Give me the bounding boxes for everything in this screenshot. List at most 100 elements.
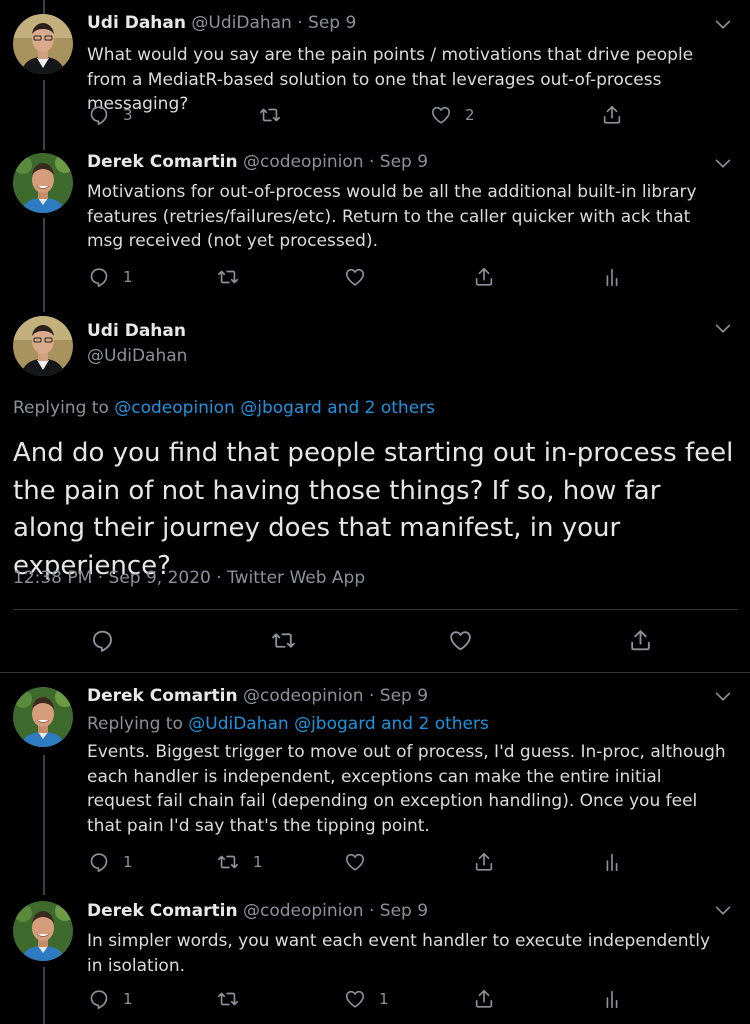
thread-line — [43, 218, 45, 312]
like-count: 2 — [465, 106, 475, 124]
retweet-icon — [216, 988, 240, 1010]
separator: · — [297, 13, 303, 33]
tweet-date[interactable]: Sep 9 — [380, 152, 428, 172]
author-handle[interactable]: @codeopinion — [243, 152, 364, 172]
tweet-header: Udi Dahan @UdiDahan · Sep 9 — [87, 13, 356, 33]
retweet-button[interactable] — [270, 628, 297, 653]
reply-icon — [88, 851, 110, 873]
share-icon — [473, 266, 495, 288]
tweet-text: Motivations for out-of-process would be … — [87, 182, 697, 251]
retweet-icon — [258, 104, 282, 126]
reply-icon — [90, 628, 115, 653]
retweet-icon — [216, 851, 240, 873]
replying-to: Replying to @codeopinion @jbogard and 2 … — [13, 398, 435, 418]
thread-line — [43, 755, 45, 895]
like-button[interactable] — [448, 628, 473, 653]
divider — [0, 672, 750, 673]
like-button[interactable] — [344, 851, 366, 873]
tweet-header: Derek Comartin @codeopinion · Sep 9 — [87, 686, 428, 706]
main-tweet-text: And do you find that people starting out… — [13, 438, 734, 581]
retweet-button[interactable] — [258, 104, 282, 126]
reply-button[interactable]: 1 — [88, 988, 133, 1010]
retweet-icon — [270, 628, 297, 653]
like-icon — [448, 628, 473, 653]
author-name[interactable]: Udi Dahan — [87, 13, 186, 33]
replying-links[interactable]: @codeopinion @jbogard and 2 others — [114, 398, 435, 418]
author-handle[interactable]: @codeopinion — [243, 686, 364, 706]
like-button[interactable] — [344, 266, 366, 288]
author-handle[interactable]: @UdiDahan — [87, 346, 187, 366]
like-count: 1 — [379, 990, 389, 1008]
avatar[interactable] — [13, 14, 73, 74]
like-icon — [344, 851, 366, 873]
analytics-button[interactable] — [601, 266, 623, 288]
replying-links[interactable]: @UdiDahan @jbogard and 2 others — [188, 714, 489, 734]
chevron-down-icon[interactable] — [712, 14, 734, 36]
tweet-text: What would you say are the pain points /… — [87, 45, 694, 114]
replying-label: Replying to — [13, 398, 109, 418]
reply-count: 1 — [123, 853, 133, 871]
reply-count: 1 — [123, 990, 133, 1008]
reply-count: 1 — [123, 268, 133, 286]
analytics-icon — [601, 851, 623, 873]
like-button[interactable]: 1 — [344, 988, 389, 1010]
like-button[interactable]: 2 — [430, 104, 475, 126]
retweet-button[interactable]: 1 — [216, 851, 263, 873]
author-handle[interactable]: @UdiDahan — [191, 13, 291, 33]
share-button[interactable] — [601, 104, 623, 126]
separator: · — [368, 901, 375, 921]
reply-icon — [88, 104, 110, 126]
separator: · — [368, 152, 375, 172]
retweet-count: 1 — [253, 853, 263, 871]
share-button[interactable] — [628, 628, 653, 653]
analytics-button[interactable] — [601, 988, 623, 1010]
tweet-header: Derek Comartin @codeopinion · Sep 9 — [87, 901, 428, 921]
share-button[interactable] — [473, 988, 495, 1010]
reply-icon — [88, 988, 110, 1010]
thread-line — [43, 967, 45, 1024]
share-icon — [628, 628, 653, 653]
share-icon — [601, 104, 623, 126]
tweet-date[interactable]: Sep 9 — [380, 686, 428, 706]
like-icon — [430, 104, 452, 126]
retweet-button[interactable] — [216, 266, 240, 288]
reply-count: 3 — [123, 106, 133, 124]
chevron-down-icon[interactable] — [712, 686, 734, 708]
author-name[interactable]: Derek Comartin — [87, 152, 238, 172]
separator: · — [368, 686, 375, 706]
author-name[interactable]: Derek Comartin — [87, 901, 238, 921]
tweet-text: In simpler words, you want each event ha… — [87, 931, 711, 976]
share-icon — [473, 851, 495, 873]
share-button[interactable] — [473, 266, 495, 288]
avatar[interactable] — [13, 687, 73, 747]
tweet-date[interactable]: Sep 9 — [308, 13, 356, 33]
tweet-date[interactable]: Sep 9 — [380, 901, 428, 921]
author-name[interactable]: Derek Comartin — [87, 686, 238, 706]
retweet-icon — [216, 266, 240, 288]
share-button[interactable] — [473, 851, 495, 873]
reply-icon — [88, 266, 110, 288]
author-handle[interactable]: @codeopinion — [243, 901, 364, 921]
chevron-down-icon[interactable] — [712, 900, 734, 922]
analytics-icon — [601, 266, 623, 288]
reply-button[interactable]: 1 — [88, 851, 133, 873]
reply-button[interactable] — [90, 628, 115, 653]
tweet-timestamp[interactable]: 12:38 PM · Sep 9, 2020 · Twitter Web App — [13, 568, 365, 588]
like-icon — [344, 988, 366, 1010]
avatar[interactable] — [13, 901, 73, 961]
analytics-button[interactable] — [601, 851, 623, 873]
analytics-icon — [601, 988, 623, 1010]
thread-line — [43, 0, 45, 14]
retweet-button[interactable] — [216, 988, 240, 1010]
chevron-down-icon[interactable] — [712, 318, 734, 340]
avatar[interactable] — [13, 153, 73, 213]
thread-line — [43, 80, 45, 150]
replying-label: Replying to — [87, 714, 183, 734]
reply-button[interactable]: 1 — [88, 266, 133, 288]
chevron-down-icon[interactable] — [712, 153, 734, 175]
author-name[interactable]: Udi Dahan — [87, 321, 186, 341]
reply-button[interactable]: 3 — [88, 104, 133, 126]
replying-to: Replying to @UdiDahan @jbogard and 2 oth… — [87, 714, 489, 734]
share-icon — [473, 988, 495, 1010]
avatar[interactable] — [13, 316, 73, 376]
